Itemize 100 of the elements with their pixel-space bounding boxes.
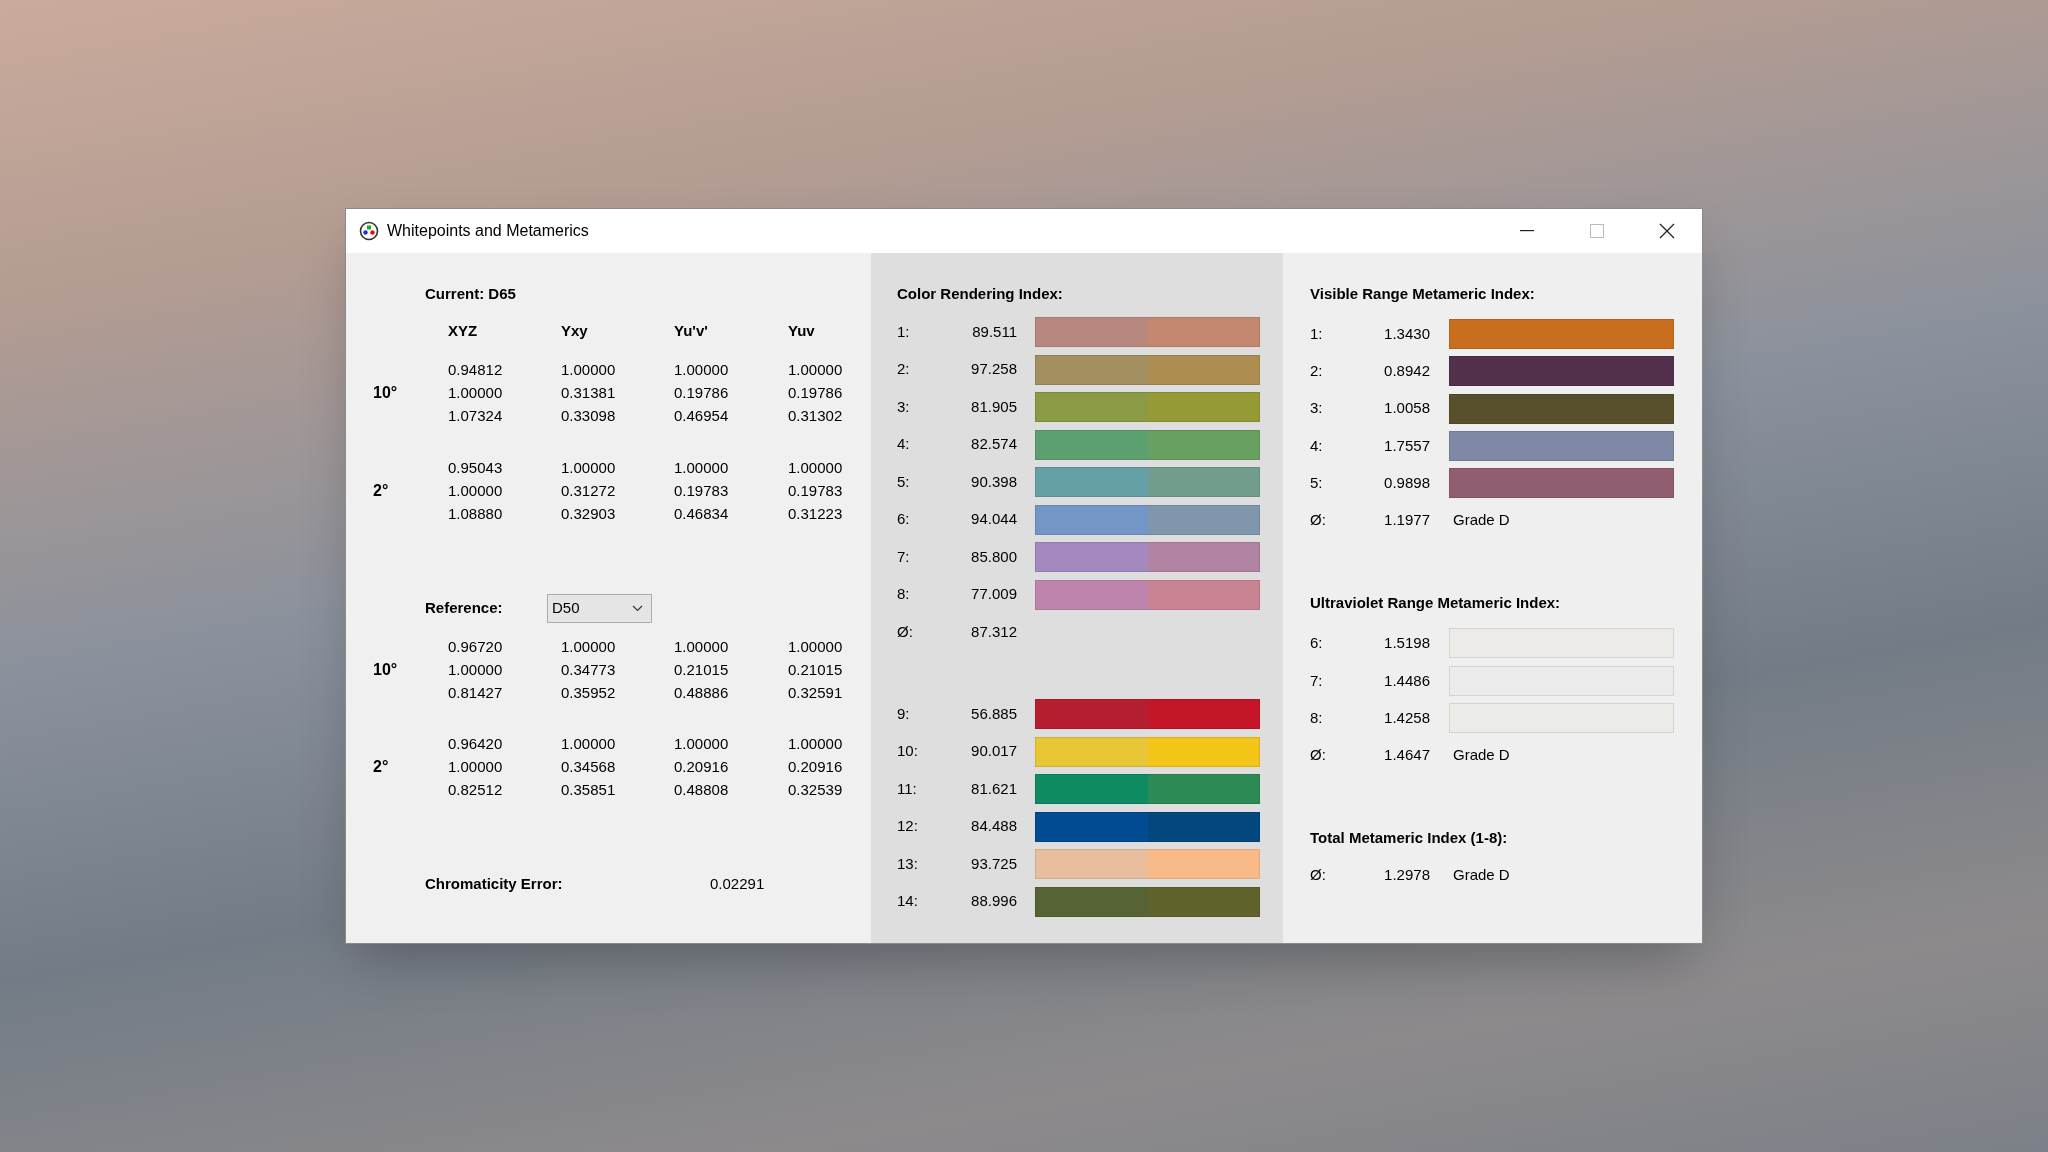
index-label: 7:: [897, 546, 911, 567]
index-label: 14:: [897, 891, 919, 912]
index-label: 4:: [1310, 435, 1324, 456]
value-cell-text: 0.35851: [561, 780, 617, 800]
grade-label: Grade D: [1453, 510, 1510, 531]
index-value: 87.312: [970, 621, 1017, 642]
value-cell-text: 1.00000: [788, 734, 844, 754]
value-cell-text: 0.31223: [788, 504, 844, 524]
value-cell-text: 0.20916: [674, 757, 730, 777]
index-label: 2:: [1310, 361, 1324, 382]
index-label: 2:: [897, 359, 911, 380]
grade-label: Grade D: [1453, 745, 1510, 766]
value-cell-text: 0.19786: [788, 383, 844, 403]
index-label: 1:: [1310, 323, 1324, 344]
index-label: Ø:: [1310, 865, 1327, 886]
index-value: 90.398: [970, 471, 1017, 492]
value-cell-text: 0.21015: [674, 660, 730, 680]
index-label: 12:: [897, 816, 919, 837]
index-label: 9:: [897, 703, 911, 724]
index-value: 1.4486: [1383, 670, 1430, 691]
value-cell-text: 0.46954: [674, 406, 730, 426]
index-value: 85.800: [970, 546, 1017, 567]
angle-label: 2°: [373, 481, 390, 501]
index-value: 1.4647: [1383, 745, 1430, 766]
index-label: 4:: [897, 434, 911, 455]
reference-dropdown[interactable]: D50: [547, 593, 652, 623]
index-label: Ø:: [897, 621, 914, 642]
value-cell-text: 0.96420: [448, 734, 504, 754]
index-value: 1.7557: [1383, 435, 1430, 456]
index-label: 5:: [897, 471, 911, 492]
value-cell-text: 1.00000: [448, 660, 504, 680]
value-cell-text: 1.00000: [561, 637, 617, 657]
angle-label: 10°: [373, 383, 399, 403]
index-label: 3:: [897, 396, 911, 417]
index-value: 88.996: [970, 891, 1017, 912]
chromaticity-error-value: 0.02291: [710, 873, 765, 894]
value-cell-text: 0.31272: [561, 481, 617, 501]
angle-label: 10°: [373, 660, 399, 680]
value-cell-text: 1.00000: [448, 757, 504, 777]
index-label: Ø:: [1310, 745, 1327, 766]
index-value: 1.1977: [1383, 510, 1430, 531]
index-value: 1.4258: [1383, 707, 1430, 728]
index-value: 0.8942: [1383, 361, 1430, 382]
index-value: 1.0058: [1383, 398, 1430, 419]
index-value: 84.488: [970, 816, 1017, 837]
value-cell-text: 1.00000: [448, 383, 504, 403]
angle-label: 2°: [373, 757, 390, 777]
grade-label: Grade D: [1453, 865, 1510, 886]
column-header: Yu'v': [674, 321, 709, 341]
index-value: 77.009: [970, 584, 1017, 605]
value-cell-text: 1.00000: [674, 458, 730, 478]
value-cell-text: 0.94812: [448, 360, 504, 380]
section-title: Ultraviolet Range Metameric Index:: [1310, 593, 1562, 614]
value-cell-text: 0.31381: [561, 383, 617, 403]
index-label: 5:: [1310, 472, 1324, 493]
column-header: XYZ: [448, 321, 479, 341]
value-cell-text: 0.82512: [448, 780, 504, 800]
value-cell-text: 1.00000: [561, 734, 617, 754]
column-header: Yuv: [788, 321, 816, 341]
value-cell-text: 0.32539: [788, 780, 844, 800]
value-cell-text: 0.19786: [674, 383, 730, 403]
value-cell-text: 0.48886: [674, 683, 730, 703]
index-label: 13:: [897, 853, 919, 874]
close-icon: [1659, 223, 1675, 239]
value-cell-text: 0.32903: [561, 504, 617, 524]
value-cell-text: 1.00000: [448, 481, 504, 501]
value-cell-text: 1.08880: [448, 504, 504, 524]
index-value: 97.258: [970, 359, 1017, 380]
index-label: Ø:: [1310, 510, 1327, 531]
value-cell-text: 0.34773: [561, 660, 617, 680]
section-title: Total Metameric Index (1-8):: [1310, 828, 1509, 849]
index-value: 90.017: [970, 741, 1017, 762]
value-cell-text: 0.20916: [788, 757, 844, 777]
index-label: 10:: [897, 741, 919, 762]
index-value: 89.511: [971, 321, 1017, 342]
section-title: Color Rendering Index:: [897, 284, 1064, 304]
index-label: 1:: [897, 321, 911, 342]
section-title: Visible Range Metameric Index:: [1310, 284, 1536, 304]
value-cell-text: 1.00000: [788, 360, 844, 380]
index-value: 94.044: [970, 509, 1017, 530]
value-cell-text: 0.34568: [561, 757, 617, 777]
index-value: 1.2978: [1383, 865, 1430, 886]
value-cell-text: 1.00000: [788, 458, 844, 478]
chromaticity-error-label: Chromaticity Error:: [425, 873, 564, 894]
value-cell-text: 0.48808: [674, 780, 730, 800]
index-label: 8:: [897, 584, 911, 605]
index-label: 3:: [1310, 398, 1324, 419]
index-value: 1.5198: [1383, 633, 1430, 654]
index-value: 56.885: [970, 703, 1017, 724]
value-cell-text: 1.00000: [674, 637, 730, 657]
value-cell-text: 0.35952: [561, 683, 617, 703]
value-cell-text: 0.33098: [561, 406, 617, 426]
value-cell-text: 0.81427: [448, 683, 504, 703]
index-value: 82.574: [970, 434, 1017, 455]
minimize-icon: [1520, 230, 1534, 232]
section-title: Current: D65: [424, 284, 517, 304]
index-value: 0.9898: [1383, 472, 1430, 493]
value-cell-text: 0.19783: [674, 481, 730, 501]
chevron-down-icon: [632, 604, 643, 612]
value-cell-text: 1.00000: [788, 637, 844, 657]
